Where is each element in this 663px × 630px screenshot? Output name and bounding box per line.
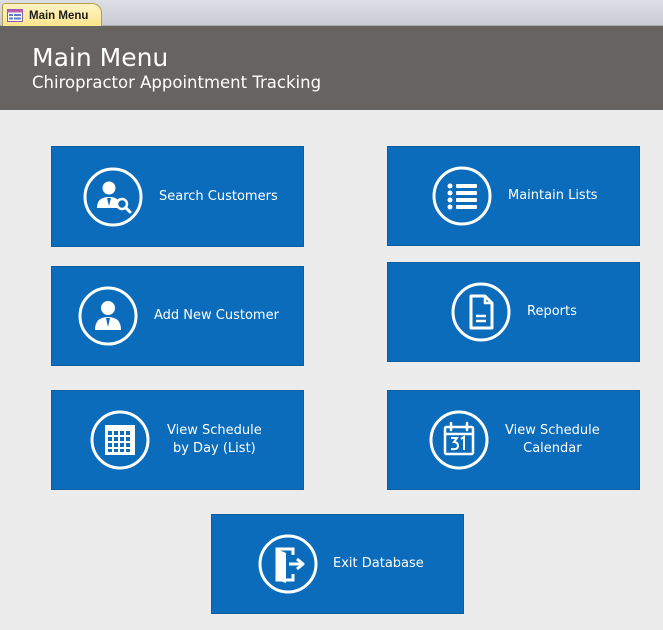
view-schedule-day-line2: by Day (List) [172, 441, 256, 456]
view-schedule-calendar-label: View Schedule Calendar [505, 422, 600, 458]
exit-database-button[interactable]: Exit Database [211, 514, 464, 614]
view-schedule-day-line1: View Schedule [167, 423, 262, 438]
form-header: Main Menu Chiropractor Appointment Track… [0, 26, 663, 110]
view-schedule-day-button[interactable]: View Schedule by Day (List) [51, 390, 304, 490]
form-icon [7, 9, 23, 22]
page-title: Main Menu [32, 43, 169, 72]
calendar-31-icon [429, 410, 489, 470]
view-schedule-day-label: View Schedule by Day (List) [167, 422, 262, 458]
tab-main-menu[interactable]: Main Menu [2, 3, 102, 27]
reports-button[interactable]: Reports [387, 262, 640, 362]
search-customers-button[interactable]: Search Customers [51, 146, 304, 247]
calendar-grid-icon [90, 410, 150, 470]
document-icon [451, 282, 511, 342]
maintain-lists-button[interactable]: Maintain Lists [387, 146, 640, 246]
add-new-customer-label: Add New Customer [154, 308, 279, 323]
maintain-lists-label: Maintain Lists [508, 188, 598, 203]
reports-label: Reports [527, 304, 577, 319]
exit-database-label: Exit Database [333, 556, 424, 571]
exit-door-icon [258, 534, 318, 594]
search-customer-icon [83, 167, 143, 226]
list-icon [432, 166, 492, 226]
user-icon [78, 286, 138, 346]
page-subtitle: Chiropractor Appointment Tracking [32, 73, 322, 92]
tab-label: Main Menu [29, 9, 89, 22]
add-new-customer-button[interactable]: Add New Customer [51, 266, 304, 366]
document-tab-strip: Main Menu [0, 0, 663, 27]
view-schedule-calendar-line1: View Schedule [505, 423, 600, 438]
view-schedule-calendar-button[interactable]: View Schedule Calendar [387, 390, 640, 490]
search-customers-label: Search Customers [159, 188, 278, 204]
view-schedule-calendar-line2: Calendar [523, 441, 582, 456]
